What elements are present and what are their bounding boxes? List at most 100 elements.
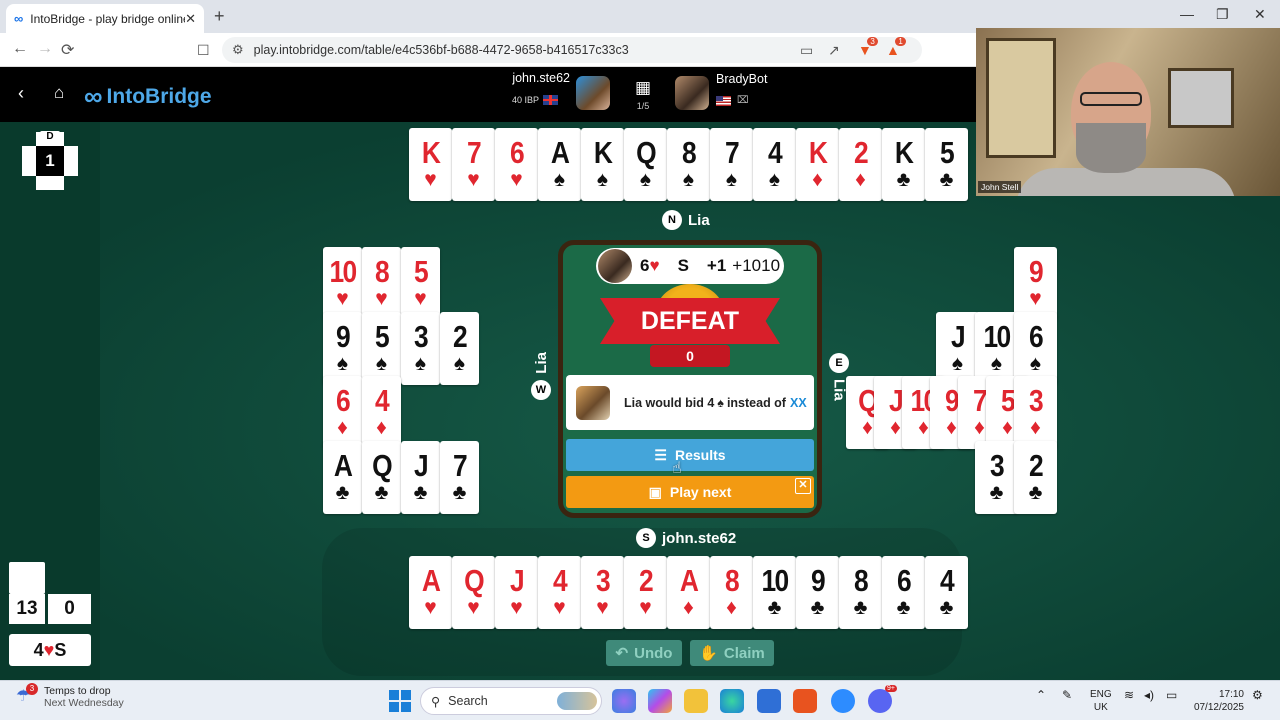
forward-arrow-icon[interactable]: → bbox=[37, 40, 53, 58]
reload-icon[interactable]: ⟳ bbox=[61, 40, 74, 60]
back-chevron-icon[interactable]: ‹ bbox=[18, 83, 24, 104]
home-icon[interactable]: ⌂ bbox=[54, 83, 64, 103]
discord-icon[interactable]: 9+ bbox=[868, 685, 897, 713]
playing-card[interactable]: 10 ♥ bbox=[323, 247, 362, 320]
bookmark-icon[interactable]: ☐ bbox=[197, 42, 210, 59]
playing-card[interactable]: 6 ♦ bbox=[323, 376, 362, 449]
brave-rewards-icon[interactable]: ▲ 1 bbox=[886, 37, 906, 58]
playing-card[interactable]: 5 ♣ bbox=[925, 128, 968, 201]
play-next-button[interactable]: ▣ Play next ✕ bbox=[566, 476, 814, 508]
playing-card[interactable]: A ♠ bbox=[538, 128, 581, 201]
playing-card[interactable]: 8 ♥ bbox=[362, 247, 401, 320]
address-bar[interactable]: ⚙ play.intobridge.com/table/e4c536bf-b68… bbox=[222, 37, 922, 63]
volume-icon[interactable]: ◂) bbox=[1144, 688, 1154, 702]
player1-avatar[interactable] bbox=[576, 76, 610, 110]
playing-card[interactable]: 9 ♠ bbox=[323, 312, 362, 385]
playing-card[interactable]: K ♠ bbox=[581, 128, 624, 201]
playing-card[interactable]: 6 ♥ bbox=[495, 128, 538, 201]
playing-card[interactable]: 5 ♠ bbox=[362, 312, 401, 385]
summary-suit: ♥ bbox=[43, 639, 55, 660]
playing-card[interactable]: 7 ♥ bbox=[452, 128, 495, 201]
copilot-icon[interactable] bbox=[648, 689, 672, 713]
playing-card[interactable]: 5 ♥ bbox=[401, 247, 440, 320]
brave-icon[interactable] bbox=[793, 689, 817, 713]
playing-card[interactable]: Q ♠ bbox=[624, 128, 667, 201]
pen-icon[interactable]: ✎ bbox=[1062, 688, 1072, 702]
calendar-star-icon[interactable]: ▦ bbox=[630, 78, 656, 98]
playing-card[interactable]: K ♣ bbox=[882, 128, 925, 201]
site-info-icon[interactable]: ⚙ bbox=[232, 42, 244, 58]
playing-card[interactable]: 2 ♥ bbox=[624, 556, 667, 629]
playing-card[interactable]: 7 ♠ bbox=[710, 128, 753, 201]
playing-card[interactable]: 4 ♦ bbox=[362, 376, 401, 449]
file-explorer-icon[interactable] bbox=[684, 689, 708, 713]
playing-card[interactable]: 3 ♣ bbox=[975, 441, 1018, 514]
windows-start-icon[interactable] bbox=[389, 690, 411, 712]
battery-icon[interactable]: ▭ bbox=[1166, 688, 1177, 702]
playing-card[interactable]: J ♠ bbox=[936, 312, 979, 385]
playing-card[interactable]: 8 ♦ bbox=[710, 556, 753, 629]
playing-card[interactable]: 3 ♥ bbox=[581, 556, 624, 629]
share-icon[interactable]: ↗ bbox=[828, 42, 840, 59]
playing-card[interactable]: 10 ♣ bbox=[753, 556, 796, 629]
playing-card[interactable]: 4 ♥ bbox=[538, 556, 581, 629]
playing-card[interactable]: J ♥ bbox=[495, 556, 538, 629]
playing-card[interactable]: 8 ♣ bbox=[839, 556, 882, 629]
playing-card[interactable]: 10 ♠ bbox=[975, 312, 1018, 385]
install-app-icon[interactable]: ▭ bbox=[800, 42, 813, 59]
undo-icon: ↶ bbox=[615, 645, 629, 662]
undo-button[interactable]: ↶ Undo bbox=[606, 640, 682, 666]
system-clock[interactable]: 17:10 07/12/2025 bbox=[1190, 688, 1244, 714]
playing-card[interactable]: 2 ♣ bbox=[1014, 441, 1057, 514]
claim-button[interactable]: ✋ Claim bbox=[690, 640, 774, 666]
close-card-icon[interactable]: ✕ bbox=[795, 478, 811, 494]
playing-card[interactable]: Q ♥ bbox=[452, 556, 495, 629]
taskbar-search[interactable]: ⚲ Search bbox=[420, 687, 602, 715]
browser-tab[interactable]: ∞ IntoBridge - play bridge online ✕ bbox=[6, 4, 204, 33]
playing-card[interactable]: 9 ♣ bbox=[796, 556, 839, 629]
playing-card[interactable]: 3 ♠ bbox=[401, 312, 440, 385]
card-suit: ♥ bbox=[1029, 287, 1042, 310]
playing-card[interactable]: A ♥ bbox=[409, 556, 452, 629]
card-rank: J bbox=[414, 448, 429, 483]
weather-widget[interactable]: ☂ 3 Temps to drop Next Wednesday bbox=[16, 683, 124, 709]
wifi-icon[interactable]: ≋ bbox=[1124, 688, 1134, 702]
tray-chevron-icon[interactable]: ⌃ bbox=[1036, 688, 1046, 702]
playing-card[interactable]: K ♦ bbox=[796, 128, 839, 201]
restore-button[interactable]: ❐ bbox=[1216, 6, 1229, 23]
playing-card[interactable]: 6 ♠ bbox=[1014, 312, 1057, 385]
edge-icon[interactable] bbox=[720, 689, 744, 713]
copilot-drop-icon[interactable] bbox=[612, 689, 636, 713]
player2-avatar[interactable] bbox=[675, 76, 709, 110]
tab-close-icon[interactable]: ✕ bbox=[185, 11, 196, 27]
declarer-avatar bbox=[598, 249, 632, 283]
zoom-icon[interactable] bbox=[831, 689, 855, 713]
playing-card[interactable]: 7 ♣ bbox=[440, 441, 479, 514]
card-suit: ♣ bbox=[413, 481, 428, 504]
playing-card[interactable]: 9 ♥ bbox=[1014, 247, 1057, 320]
playing-card[interactable]: K ♥ bbox=[409, 128, 452, 201]
language-indicator[interactable]: ENG UK bbox=[1090, 688, 1112, 714]
playing-card[interactable]: J ♣ bbox=[401, 441, 440, 514]
seat-north: N Lia bbox=[662, 210, 710, 230]
playing-card[interactable]: 3 ♦ bbox=[1014, 376, 1057, 449]
brave-shield-icon[interactable]: ▼ 3 bbox=[858, 37, 878, 58]
playing-card[interactable]: 8 ♠ bbox=[667, 128, 710, 201]
playing-card[interactable]: 4 ♠ bbox=[753, 128, 796, 201]
back-arrow-icon[interactable]: ← bbox=[12, 40, 28, 58]
results-button[interactable]: ☰ Results bbox=[566, 439, 814, 471]
notification-icon[interactable]: ⚙ bbox=[1252, 688, 1263, 702]
intobridge-logo[interactable]: ∞ IntoBridge bbox=[84, 81, 212, 112]
close-window-button[interactable]: ✕ bbox=[1254, 6, 1266, 23]
playing-card[interactable]: A ♣ bbox=[323, 441, 362, 514]
playing-card[interactable]: Q ♣ bbox=[362, 441, 401, 514]
playing-card[interactable]: A ♦ bbox=[667, 556, 710, 629]
minimize-button[interactable]: — bbox=[1180, 6, 1194, 22]
store-icon[interactable] bbox=[757, 689, 781, 713]
playing-card[interactable]: 4 ♣ bbox=[925, 556, 968, 629]
hint-alt-bid[interactable]: XX bbox=[790, 396, 807, 410]
new-tab-button[interactable]: + bbox=[214, 6, 225, 27]
playing-card[interactable]: 2 ♠ bbox=[440, 312, 479, 385]
playing-card[interactable]: 6 ♣ bbox=[882, 556, 925, 629]
playing-card[interactable]: 2 ♦ bbox=[839, 128, 882, 201]
